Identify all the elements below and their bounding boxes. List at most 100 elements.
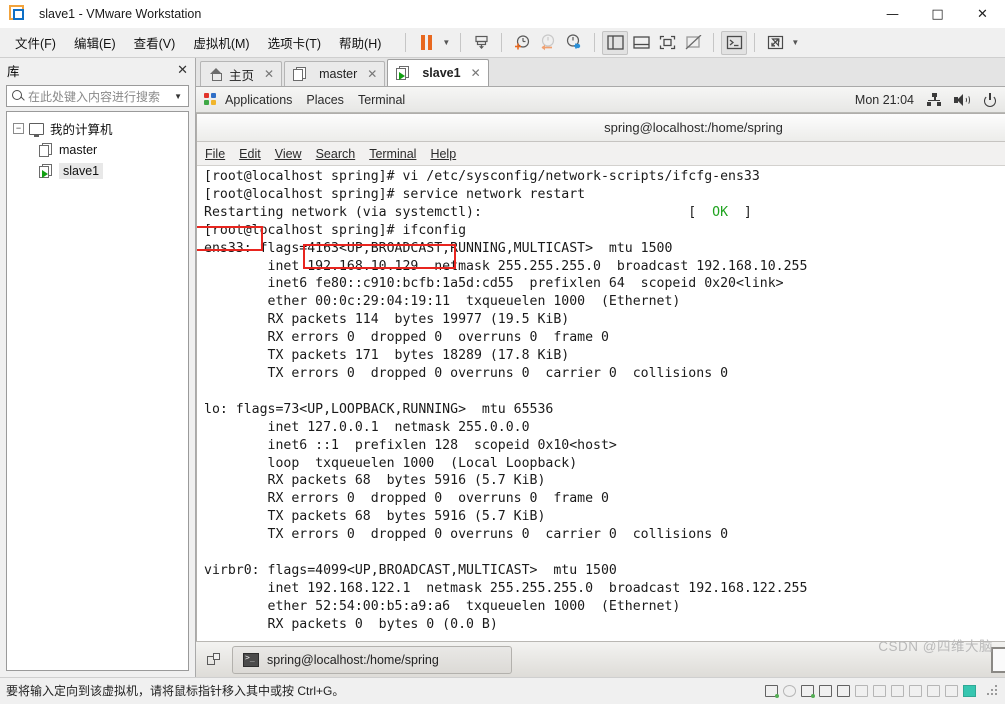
terminal-title: spring@localhost:/home/spring	[604, 120, 783, 135]
snapshot-manager-button[interactable]	[561, 31, 587, 55]
printer-icon[interactable]	[819, 684, 832, 697]
tree-item-label: 我的计算机	[50, 123, 113, 137]
terminal-output: [root@localhost spring]# vi /etc/sysconf…	[197, 166, 1005, 649]
tab-close-icon[interactable]: ✕	[471, 66, 481, 80]
power-down-icon	[475, 35, 488, 49]
library-close-icon[interactable]: ✕	[177, 63, 188, 78]
workspace-1[interactable]	[991, 646, 1005, 673]
terminal-line: RX errors 0 dropped 0 overruns 0 frame 0	[204, 330, 609, 346]
terminal-line: [root@localhost spring]# service network…	[204, 186, 586, 202]
terminal-menu-view[interactable]: View	[275, 147, 302, 161]
device-icon[interactable]	[927, 684, 940, 697]
search-input-placeholder[interactable]: 在此处键入内容进行搜索	[25, 88, 172, 105]
toolbar-separator	[713, 33, 715, 52]
clock[interactable]: Mon 21:04	[855, 93, 914, 107]
window-controls: — □ ✕	[870, 0, 1005, 28]
power-settings-button[interactable]	[468, 31, 494, 55]
minimize-button[interactable]: —	[870, 0, 915, 28]
terminal-window: spring@localhost:/home/spring _ ▫ ✕ File…	[196, 113, 1005, 650]
menu-bar: 文件(F) 编辑(E) 查看(V) 虚拟机(M) 选项卡(T) 帮助(H) ▼	[0, 28, 1005, 57]
network-adapter-icon[interactable]	[801, 684, 815, 698]
tab-close-icon[interactable]: ✕	[264, 67, 274, 81]
console-view-button[interactable]	[721, 30, 748, 55]
show-desktop-button[interactable]	[202, 647, 226, 673]
pause-icon	[420, 35, 432, 50]
power-icon[interactable]	[983, 92, 997, 107]
library-panel: 库 ✕ 在此处键入内容进行搜索 ▼ − 我的计算机 master slave1	[0, 58, 196, 677]
taskbar-window-button[interactable]: spring@localhost:/home/spring	[232, 645, 512, 674]
network-icon[interactable]	[926, 92, 942, 107]
toolbar: ▼ ▼	[398, 28, 802, 57]
menu-file[interactable]: 文件(F)	[6, 30, 65, 55]
terminal-menu-help[interactable]: Help	[430, 147, 456, 161]
search-dropdown-caret-icon[interactable]: ▼	[172, 92, 184, 101]
usb-icon[interactable]	[837, 684, 850, 697]
hard-disk-icon[interactable]	[765, 684, 779, 698]
menu-view[interactable]: 查看(V)	[125, 30, 185, 55]
terminal-line: inet 192.168.122.1 netmask 255.255.255.0…	[204, 580, 808, 596]
gnome-menu-terminal[interactable]: Terminal	[358, 93, 405, 107]
terminal-menu-file[interactable]: File	[205, 147, 225, 161]
cd-drive-icon[interactable]	[783, 684, 796, 697]
maximize-button[interactable]: □	[915, 0, 960, 28]
library-panel-icon	[607, 35, 624, 50]
terminal-menu-terminal[interactable]: Terminal	[369, 147, 416, 161]
guest-os-screen[interactable]: Applications Places Terminal Mon 21:04 s…	[196, 87, 1005, 677]
terminal-line: RX packets 114 bytes 19977 (19.5 KiB)	[204, 312, 570, 328]
pause-dropdown-caret-icon[interactable]: ▼	[439, 31, 453, 55]
menu-edit[interactable]: 编辑(E)	[65, 30, 125, 55]
terminal-icon	[243, 652, 259, 667]
gnome-menu-applications[interactable]: Applications	[225, 93, 292, 107]
show-thumbnails-button[interactable]	[628, 31, 654, 55]
tree-item-my-computer[interactable]: − 我的计算机	[11, 118, 184, 139]
terminal-menu-edit[interactable]: Edit	[239, 147, 261, 161]
status-device-icons	[765, 684, 999, 698]
monitor-icon	[29, 122, 44, 137]
tab-home[interactable]: 主页 ✕	[200, 61, 283, 86]
status-bar: 要将输入定向到该虚拟机，请将鼠标指针移入其中或按 Ctrl+G。	[0, 677, 1005, 703]
gnome-menu-places[interactable]: Places	[306, 93, 344, 107]
sound-card-icon[interactable]	[855, 684, 868, 697]
vm-icon	[293, 67, 307, 81]
stretch-dropdown-caret-icon[interactable]: ▼	[788, 31, 802, 55]
vm-running-icon	[39, 163, 53, 178]
device-icon[interactable]	[909, 684, 922, 697]
terminal-line: RX packets 0 bytes 0 (0.0 B)	[204, 616, 498, 632]
menu-virtual-machine[interactable]: 虚拟机(M)	[184, 30, 258, 55]
terminal-line: RX errors 0 dropped 0 overruns 0 frame 0	[204, 491, 609, 507]
menu-tabs[interactable]: 选项卡(T)	[259, 30, 330, 55]
tab-slave1[interactable]: slave1 ✕	[387, 59, 489, 86]
device-icon[interactable]	[945, 684, 958, 697]
status-ok-badge: OK	[712, 204, 729, 220]
device-icon[interactable]	[873, 684, 886, 697]
vm-pane: 主页 ✕ master ✕ slave1 ✕ Applications Plac…	[196, 58, 1005, 677]
resize-grip[interactable]	[987, 684, 999, 697]
toolbar-separator	[754, 33, 756, 52]
volume-icon[interactable]	[954, 93, 971, 107]
collapse-expander-icon[interactable]: −	[13, 123, 24, 134]
stretch-guest-button[interactable]	[762, 31, 788, 55]
fullscreen-button[interactable]	[654, 31, 680, 55]
terminal-menu-search[interactable]: Search	[316, 147, 356, 161]
show-library-button[interactable]	[602, 30, 629, 55]
tab-master[interactable]: master ✕	[284, 61, 386, 86]
tree-item-slave1[interactable]: slave1	[11, 160, 184, 181]
unity-icon	[685, 35, 702, 50]
terminal-line: [root@localhost spring]# vi /etc/sysconf…	[204, 169, 760, 184]
terminal-body[interactable]: [root@localhost spring]# vi /etc/sysconf…	[197, 166, 1005, 649]
menu-help[interactable]: 帮助(H)	[330, 30, 390, 55]
library-search-box[interactable]: 在此处键入内容进行搜索 ▼	[6, 85, 189, 107]
unity-mode-button[interactable]	[680, 31, 706, 55]
device-icon[interactable]	[891, 684, 904, 697]
terminal-line: ens33: flags=4163<UP,BROADCAST,RUNNING,M…	[204, 240, 673, 256]
vm-state-indicator-icon[interactable]	[963, 684, 976, 697]
close-button[interactable]: ✕	[960, 0, 1005, 28]
snapshot-revert-button[interactable]	[535, 31, 561, 55]
snapshot-take-button[interactable]	[509, 31, 535, 55]
tree-item-master[interactable]: master	[11, 139, 184, 160]
pause-button[interactable]	[413, 31, 439, 55]
tab-close-icon[interactable]: ✕	[367, 67, 377, 81]
snapshot-manager-icon	[567, 34, 581, 49]
terminal-line: inet 127.0.0.1 netmask 255.0.0.0	[204, 419, 530, 435]
